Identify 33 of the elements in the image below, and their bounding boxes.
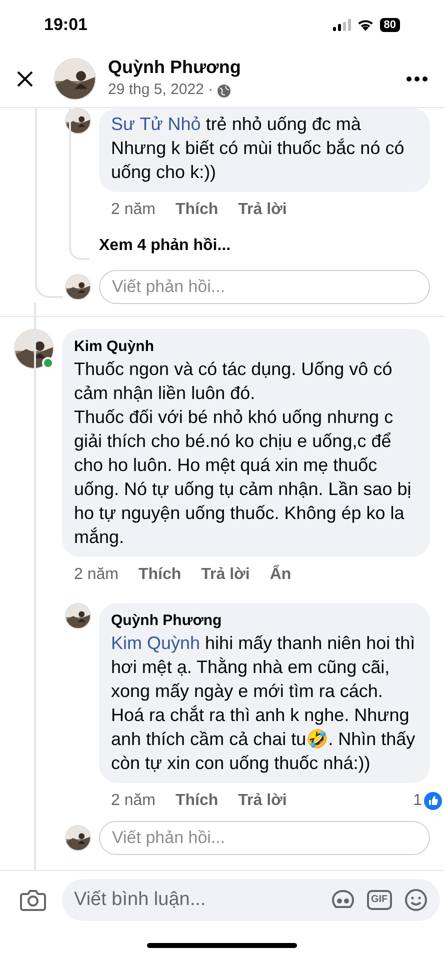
comment-action-link[interactable]: Trả lời xyxy=(238,198,287,222)
comment-text: Thuốc ngon và có tác dụng. Uống vô có cảm nhận liền luôn đó. Thuốc đối với bé nhỏ khó uống nhưng c giải thích cho bé.nó ko chịu e uống,c để cho ho luôn. Ho mệt quá xin mẹ thuốc uống. Nó tự uống tụ cảm nhận. Lần sao bị ho tự nguyện uống thuốc. Không ép ko la mắng. xyxy=(74,358,412,549)
reply-field[interactable]: Viết phản hồi... xyxy=(99,270,430,304)
reaction-count: 1 xyxy=(413,791,422,811)
globe-icon xyxy=(217,84,232,98)
comment-text: Kim Quỳnh hihi mấy thanh niên hoi thì hơi mệt ạ. Thằng nhà em cũng cãi, xong mấy ngày e mới tìm ra cách. Hoá ra chắt ra thì anh k nghe. Nhưng anh thích cầm cả chai tu🤣. Nhìn thấy còn tự xin con uống thuốc nhá:)) xyxy=(111,632,416,775)
signal-icon xyxy=(332,19,351,31)
comment-time: 2 năm xyxy=(74,565,118,585)
gif-button[interactable]: GIF xyxy=(367,890,392,910)
wifi-icon xyxy=(356,19,374,31)
more-icon[interactable] xyxy=(406,76,428,82)
comment-action-link[interactable]: Trả lời xyxy=(201,563,250,587)
comment-action-link[interactable]: Ẩn xyxy=(270,563,292,587)
comment-author[interactable]: Kim Quỳnh xyxy=(74,337,418,357)
status-time: 19:01 xyxy=(44,14,88,36)
emoji-icon[interactable] xyxy=(404,888,428,912)
comment-time: 2 năm xyxy=(111,200,156,220)
comment-action-link[interactable]: Thích xyxy=(175,198,218,222)
comment-action-link[interactable]: Thích xyxy=(138,563,182,587)
comment-action-link[interactable]: Trả lời xyxy=(238,789,287,813)
reply-field[interactable]: Viết phản hồi... xyxy=(99,821,430,855)
comment-field[interactable]: Viết bình luận... GIF xyxy=(62,879,440,921)
comment-action-link[interactable]: Thích xyxy=(175,789,218,813)
comment-time: 2 năm xyxy=(111,791,156,811)
battery-level: 80 xyxy=(380,18,400,32)
close-icon[interactable] xyxy=(16,70,34,88)
comment-author[interactable]: Quỳnh Phương xyxy=(111,611,418,631)
post-date: 29 thg 5, 2022 · xyxy=(108,80,214,100)
post-author[interactable]: Quỳnh Phương xyxy=(108,55,394,80)
view-replies-link[interactable]: Xem 4 phản hồi... xyxy=(99,234,231,258)
comment-text: Sư Tử Nhỏ trẻ nhỏ uống đc mà Nhưng k biết có mùi thuốc bắc nó có uống cho k:)) xyxy=(111,113,406,184)
avatar-sticker-icon[interactable] xyxy=(331,889,355,911)
camera-icon[interactable] xyxy=(20,889,46,911)
